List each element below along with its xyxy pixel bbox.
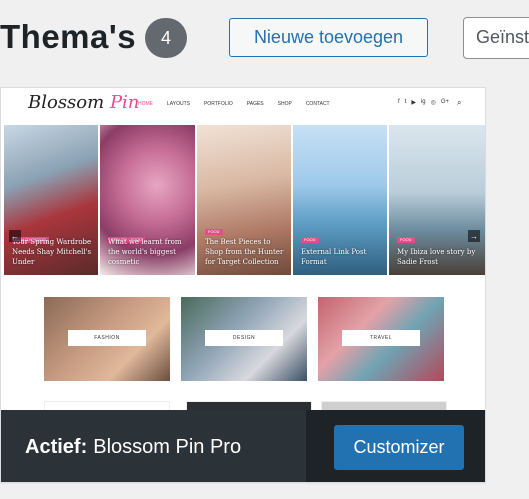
slide-caption: My Ibiza love story by Sadie Frost: [397, 248, 476, 266]
preview-logo-accent: Pin: [109, 92, 140, 113]
slide-caption: What we learnt from the world's biggest …: [108, 238, 182, 266]
active-theme-bar: Actief: Blossom Pin Pro Customizer: [1, 410, 485, 482]
slide-tag: FOOD: [397, 237, 415, 243]
slide-caption: The Best Pieces to Shop from the Hunter …: [205, 238, 284, 266]
slide-image: BEAUTY · FOOD Your Spring Wardrobe Needs…: [4, 125, 98, 275]
youtube-icon: ▶: [411, 100, 416, 106]
preview-menu-item: PAGES: [246, 101, 264, 107]
add-new-theme-button[interactable]: Nieuwe toevoegen: [229, 18, 428, 57]
active-theme-info: Actief: Blossom Pin Pro: [1, 410, 306, 482]
themes-header: Thema's 4 Nieuwe toevoegen Geïnst: [0, 0, 529, 80]
category-label: TRAVEL: [342, 330, 420, 346]
preview-menu-item: CONTACT: [305, 101, 330, 107]
slide-tag: FOOD: [205, 229, 223, 235]
slide-image: BEAUTY · FOOD What we learnt from the wo…: [100, 125, 195, 275]
preview-categories: FASHION DESIGN TRAVEL: [1, 297, 485, 383]
installed-themes-search-input[interactable]: Geïnst: [463, 17, 529, 59]
slide-tag: FOOD: [301, 237, 319, 243]
preview-slider: BEAUTY · FOOD Your Spring Wardrobe Needs…: [1, 125, 485, 275]
twitter-icon: t: [404, 99, 407, 105]
page-title: Thema's: [0, 18, 137, 55]
slider-prev-icon: ←: [9, 230, 21, 242]
category-label: DESIGN: [205, 330, 283, 346]
theme-screenshot[interactable]: Blossom Pin HOME LAYOUTS PORTFOLIO PAGES…: [1, 88, 485, 411]
theme-name: Blossom Pin Pro: [93, 436, 242, 458]
active-theme-name: Actief: Blossom Pin Pro: [25, 436, 241, 459]
instagram-icon: ig: [420, 99, 426, 105]
category-label: FASHION: [68, 330, 146, 346]
preview-logo: Blossom Pin: [28, 92, 139, 113]
category-tile: DESIGN: [181, 297, 307, 381]
search-icon: ⌕: [457, 98, 462, 107]
preview-menu-item: LAYOUTS: [167, 101, 190, 107]
slider-next-icon: →: [468, 230, 480, 242]
preview-menu-item: HOME: [138, 101, 153, 107]
preview-menu-item: PORTFOLIO: [203, 101, 233, 107]
google-plus-icon: G+: [440, 99, 450, 105]
customize-button[interactable]: Customizer: [334, 425, 464, 470]
slide-image: FOOD My Ibiza love story by Sadie Frost: [389, 125, 485, 275]
preview-menu-item: SHOP: [277, 101, 292, 107]
preview-social-icons: f t ▶ ig ◎ G+: [398, 99, 449, 106]
pinterest-icon: ◎: [430, 100, 436, 106]
preview-logo-main: Blossom: [28, 92, 105, 113]
slide-image: FOOD External Link Post Format: [293, 125, 387, 275]
slide-caption: External Link Post Format: [301, 248, 367, 266]
category-tile: FASHION: [44, 297, 170, 381]
theme-count-badge: 4: [145, 18, 187, 58]
slide-image: FOOD The Best Pieces to Shop from the Hu…: [197, 125, 291, 275]
preview-menu: HOME LAYOUTS PORTFOLIO PAGES SHOP CONTAC…: [138, 101, 330, 107]
preview-site-nav: Blossom Pin HOME LAYOUTS PORTFOLIO PAGES…: [1, 88, 485, 124]
category-tile: TRAVEL: [318, 297, 444, 381]
slide-caption: Your Spring Wardrobe Needs Shay Mitchell…: [12, 238, 92, 266]
active-theme-card[interactable]: Blossom Pin HOME LAYOUTS PORTFOLIO PAGES…: [0, 87, 486, 483]
active-label: Actief:: [25, 436, 88, 458]
facebook-icon: f: [398, 99, 400, 105]
